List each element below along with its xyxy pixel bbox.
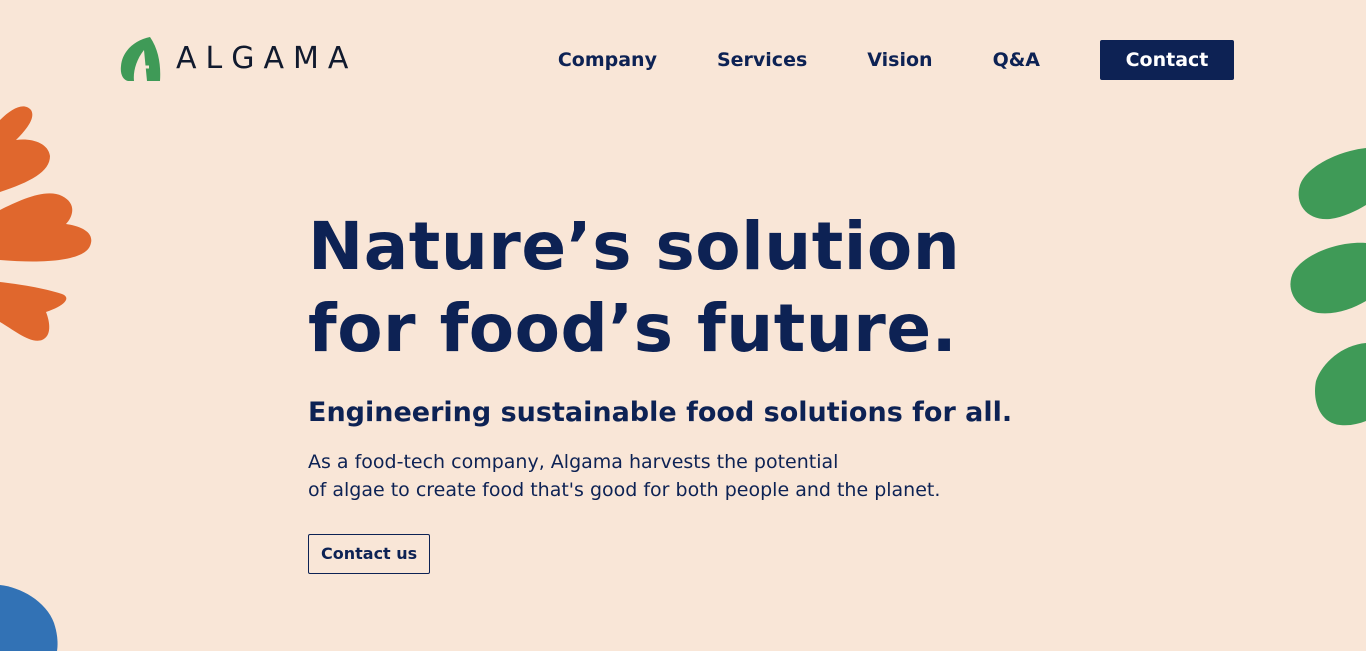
description-line-2: of algae to create food that's good for … (308, 479, 941, 501)
contact-us-button[interactable]: Contact us (308, 534, 431, 574)
nav-item-qa[interactable]: Q&A (993, 40, 1040, 80)
hero-description: As a food-tech company, Algama harvests … (308, 448, 1012, 504)
hero-subheadline: Engineering sustainable food solutions f… (308, 397, 1013, 428)
blue-blob-decoration (0, 585, 58, 651)
description-line-1: As a food-tech company, Algama harvests … (308, 451, 839, 473)
nav-item-company[interactable]: Company (558, 40, 657, 80)
headline-line-1: Nature’s solution (308, 208, 961, 285)
contact-button[interactable]: Contact (1100, 40, 1234, 80)
orange-leaf-decoration (0, 106, 92, 341)
headline-line-2: for food’s future. (308, 290, 958, 367)
green-leaf-decoration (1290, 148, 1366, 426)
brand-name: ALGAMA (176, 41, 358, 76)
main-nav: Company Services Vision Q&A Contact (558, 40, 1234, 80)
logo-link[interactable]: ALGAMA (120, 36, 357, 82)
nav-item-services[interactable]: Services (717, 40, 807, 80)
nav-item-vision[interactable]: Vision (867, 40, 932, 80)
algae-leaf-a-icon (120, 37, 161, 81)
hero-headline: Nature’s solution for food’s future. (308, 206, 1012, 370)
hero-section: Nature’s solution for food’s future. Eng… (308, 206, 1012, 574)
